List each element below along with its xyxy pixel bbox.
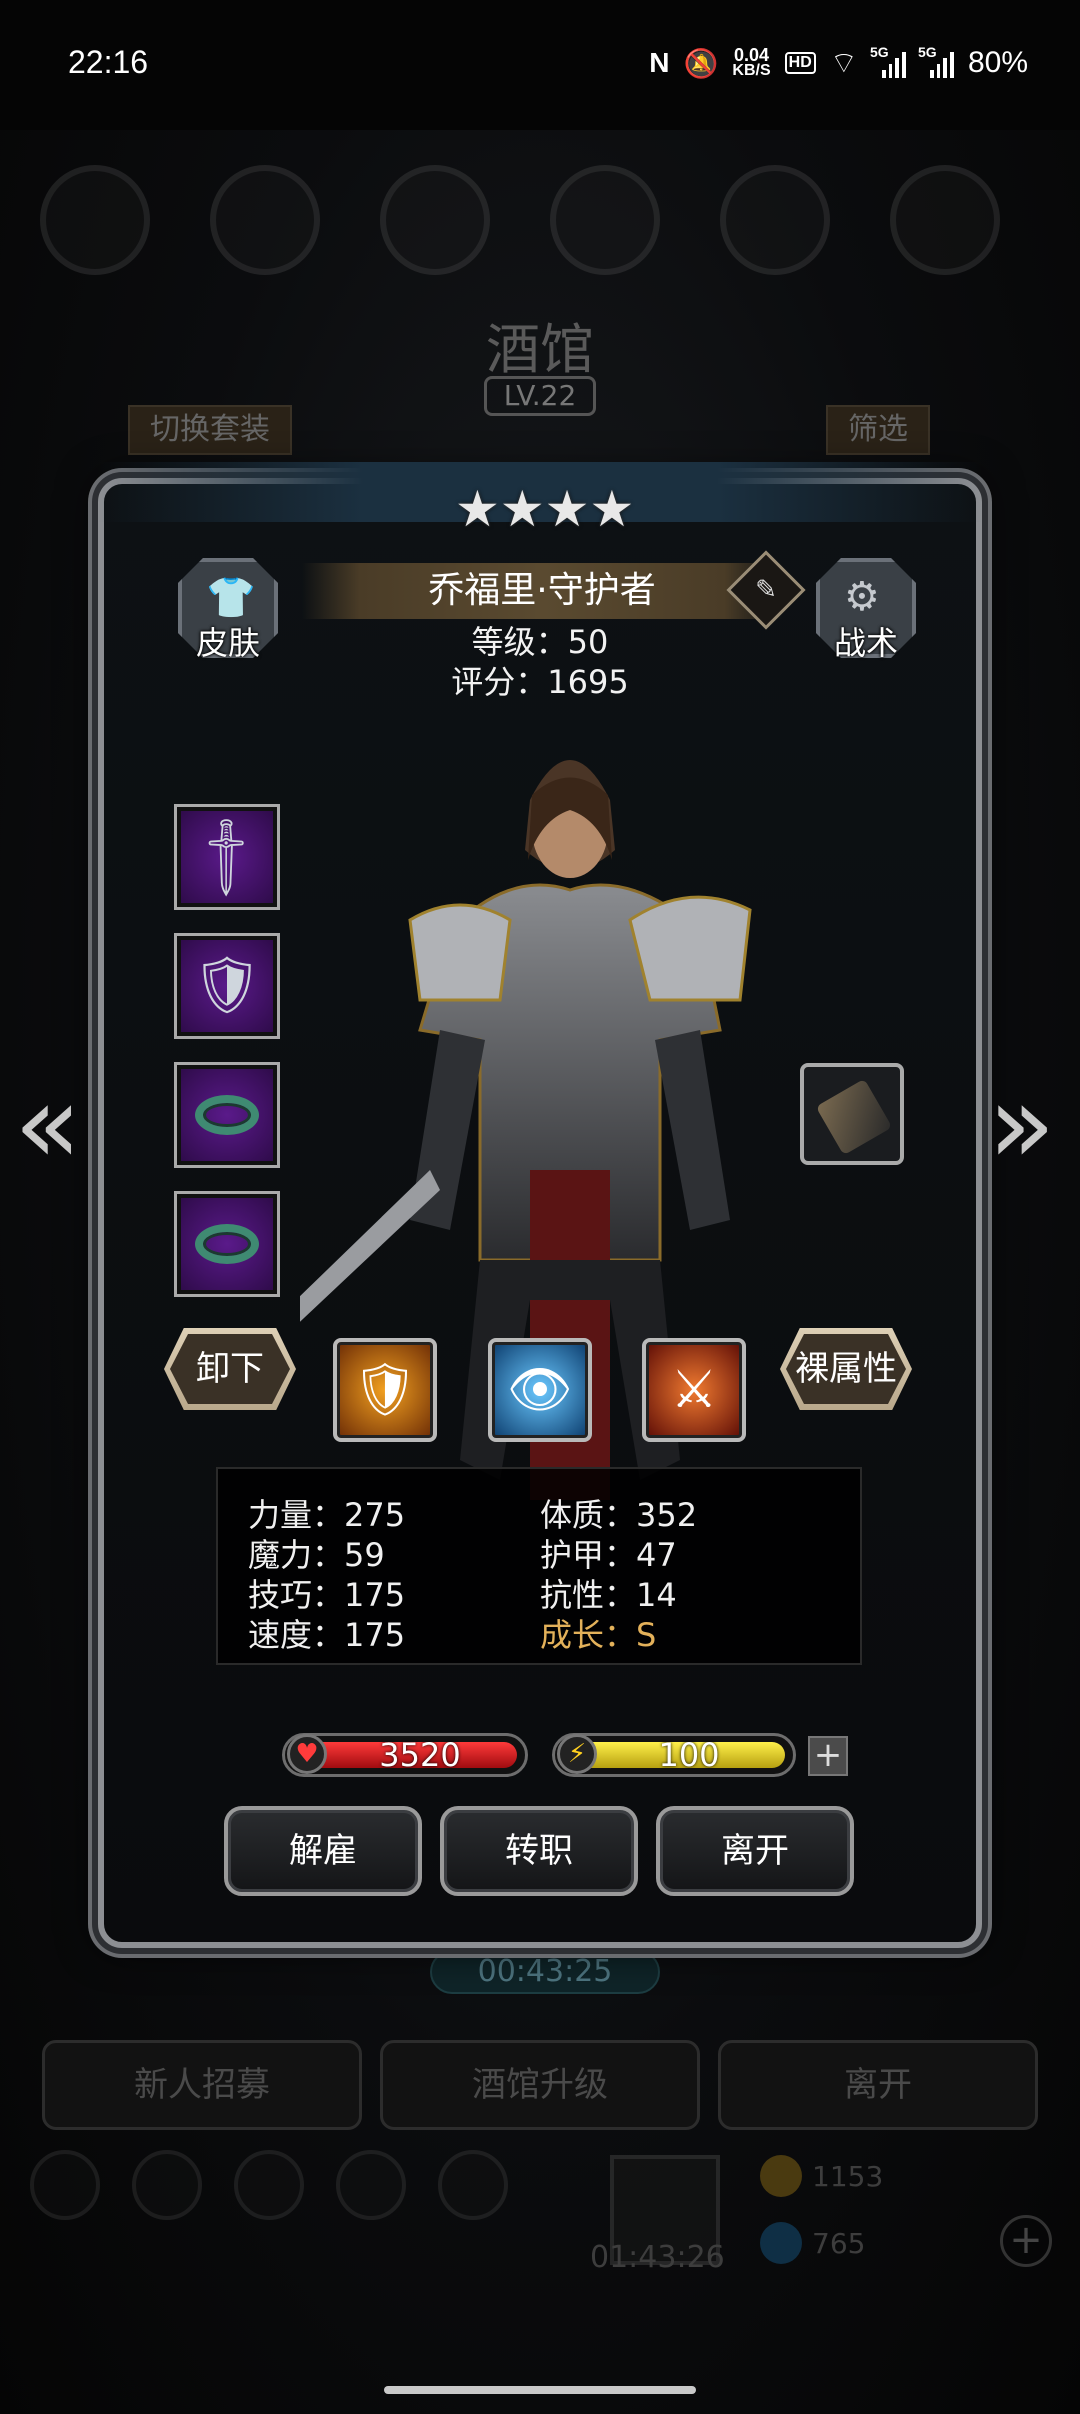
- bracer-icon: [815, 1078, 893, 1156]
- nav-icon: [438, 2150, 508, 2220]
- gem-amount: 765: [812, 2226, 866, 2260]
- tactics-button[interactable]: ⚙ 战术: [816, 558, 916, 668]
- hero-star-rating: ★ ★ ★ ★: [455, 480, 634, 538]
- gold-amount: 1153: [812, 2159, 884, 2193]
- skin-button[interactable]: 👕 皮肤: [178, 558, 278, 668]
- nav-icon: [234, 2150, 304, 2220]
- change-class-button[interactable]: 转职: [440, 1806, 638, 1896]
- gem-resource: 765: [760, 2222, 865, 2264]
- mute-icon: 🔕: [683, 47, 719, 79]
- hp-value: 3520: [379, 1736, 461, 1774]
- leave-button[interactable]: 离开: [656, 1806, 854, 1896]
- gold-resource: 1153: [760, 2155, 883, 2197]
- offhand-slot[interactable]: [800, 1063, 904, 1165]
- add-energy-button[interactable]: +: [808, 1736, 848, 1776]
- star-icon: ★: [589, 480, 635, 538]
- nav-icon: [336, 2150, 406, 2220]
- prev-hero-arrow-icon[interactable]: «: [14, 1060, 81, 1188]
- lightning-icon: ⚡: [557, 1734, 597, 1774]
- gem-icon: [760, 2222, 802, 2264]
- nav-icon: [132, 2150, 202, 2220]
- equip-slot-ring-1[interactable]: [174, 1062, 280, 1168]
- sword-icon: 🗡: [178, 808, 275, 905]
- gold-coin-icon: [760, 2155, 802, 2197]
- star-icon: ★: [455, 480, 500, 538]
- tavern-upgrade-button: 酒馆升级: [380, 2040, 700, 2130]
- star-icon: ★: [499, 480, 545, 538]
- nav-icon: [30, 2150, 100, 2220]
- sim1-label: 5G: [869, 44, 889, 60]
- skin-label: 皮肤: [195, 624, 260, 662]
- skill-shield[interactable]: 🛡: [333, 1338, 437, 1442]
- status-bar: 22:16 N 🔕 0.04 KB/S HD ⌔ 5G 5G 80%: [0, 0, 1080, 130]
- hd-badge: HD: [784, 52, 816, 74]
- armor-icon: 🛡: [191, 953, 263, 1018]
- tavern-timer: 00:43:25: [430, 1950, 660, 1994]
- status-time: 22:16: [68, 44, 149, 80]
- resource-icon: [550, 165, 660, 275]
- skill-eye[interactable]: 👁: [488, 1338, 592, 1442]
- heart-icon: ♥: [287, 1734, 327, 1774]
- resource-icon: [890, 165, 1000, 275]
- wifi-icon: ⌔: [829, 47, 858, 80]
- tavern-level: LV.22: [484, 376, 596, 416]
- tavern-leave-button: 离开: [718, 2040, 1038, 2130]
- filter-button: 筛选: [826, 405, 930, 455]
- net-speed: 0.04 KB/S: [732, 45, 771, 79]
- slash-skill-icon: ⚔: [670, 1360, 718, 1420]
- gift-timer: 01:43:26: [590, 2240, 725, 2275]
- equip-slot-armor[interactable]: 🛡: [174, 933, 280, 1039]
- signal-2-icon: 5G: [918, 44, 954, 78]
- recruit-button: 新人招募: [42, 2040, 362, 2130]
- resource-icon: [210, 165, 320, 275]
- net-speed-unit: KB/S: [732, 62, 771, 79]
- energy-bar: ⚡ 100: [552, 1733, 796, 1777]
- switch-set-button: 切换套装: [128, 405, 292, 455]
- next-hero-arrow-icon[interactable]: »: [988, 1060, 1055, 1188]
- skill-slash[interactable]: ⚔: [642, 1338, 746, 1442]
- equip-slot-weapon[interactable]: 🗡: [174, 804, 280, 910]
- bg-plus-icon: +: [1000, 2215, 1052, 2267]
- battery-level: 80%: [967, 46, 1028, 79]
- resource-icon: [380, 165, 490, 275]
- dismiss-button[interactable]: 解雇: [224, 1806, 422, 1896]
- energy-value: 100: [658, 1736, 720, 1774]
- resource-icon: [720, 165, 830, 275]
- base-attr-button[interactable]: 裸属性: [786, 1334, 906, 1404]
- hero-name: 乔福里·守护者: [302, 563, 782, 619]
- net-speed-value: 0.04: [734, 45, 770, 65]
- ring-icon: [195, 1224, 259, 1264]
- hero-score: 评分：1695: [451, 663, 629, 701]
- edit-icon: ✎: [755, 575, 777, 605]
- bottom-nav-icons: [30, 2150, 508, 2220]
- equip-slot-ring-2[interactable]: [174, 1191, 280, 1297]
- shirt-icon: 👕: [206, 575, 256, 621]
- hp-bar: ♥ 3520: [282, 1733, 528, 1777]
- tactics-label: 战术: [833, 624, 898, 662]
- shield-skill-icon: 🛡: [351, 1360, 418, 1420]
- stat-speed: 速度：175: [248, 1616, 406, 1654]
- status-icons: N 🔕 0.04 KB/S HD ⌔ 5G 5G 80%: [649, 44, 1028, 82]
- nfc-icon: N: [649, 47, 670, 78]
- sim2-label: 5G: [917, 44, 937, 60]
- star-icon: ★: [544, 480, 590, 538]
- tavern-title: 酒馆: [486, 318, 594, 381]
- stat-growth: 成长：S: [540, 1616, 657, 1654]
- home-indicator[interactable]: [384, 2386, 696, 2394]
- signal-1-icon: 5G: [870, 44, 906, 78]
- resource-icon: [40, 165, 150, 275]
- ring-icon: [195, 1095, 259, 1135]
- gear-icon: ⚙: [844, 574, 880, 620]
- unequip-button[interactable]: 卸下: [170, 1334, 290, 1404]
- top-resource-icons: [40, 165, 1000, 275]
- eye-skill-icon: 👁: [506, 1360, 573, 1420]
